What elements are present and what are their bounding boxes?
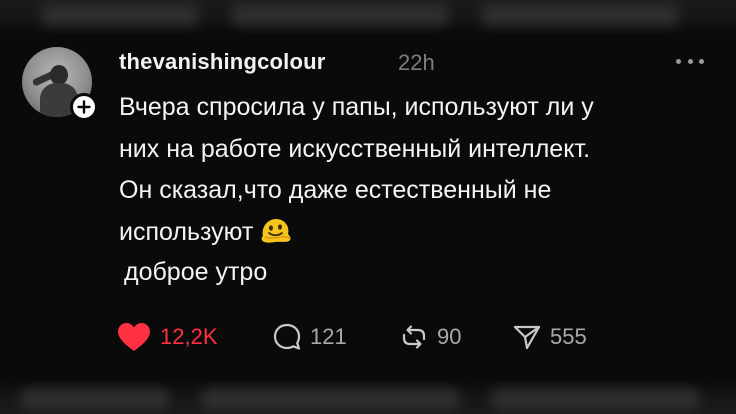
like-count: 12,2K [160,324,218,349]
heart-icon [118,323,150,351]
comment-button[interactable]: 121 [272,320,347,354]
more-options-icon[interactable] [676,54,704,68]
threads-post-screenshot: thevanishingcolour 22h Вчера спросила у … [0,0,736,414]
share-count: 555 [550,324,587,349]
post-text-line-with-emoji: используют [119,212,719,254]
comment-count: 121 [310,324,347,349]
like-button[interactable]: 12,2K [116,320,218,354]
post-text-line: используют [119,217,254,246]
post-timestamp: 22h [398,50,435,75]
repost-count: 90 [437,324,462,349]
send-icon [513,325,541,350]
blurred-previous-post [0,0,736,34]
repost-icon [402,325,426,349]
post-text-secondary: доброе утро [124,258,268,286]
follow-button[interactable] [70,93,98,121]
username-link[interactable]: thevanishingcolour [119,49,326,75]
post-text-line: Он сказал,что даже естественный не [119,176,552,204]
post-body: Вчера спросила у папы, используют ли у н… [119,87,719,253]
melting-face-icon [261,218,292,243]
comment-icon [273,323,301,350]
plus-icon [77,100,91,114]
post-actions-bar: 12,2K 121 90 555 [116,320,676,354]
blurred-next-post [0,380,736,414]
repost-button[interactable]: 90 [399,320,461,354]
post-text-line: них на работе искусственный интеллект. [119,134,591,163]
share-button[interactable]: 555 [512,320,587,354]
post-text-line: Вчера спросила у папы, используют ли у [119,93,594,121]
